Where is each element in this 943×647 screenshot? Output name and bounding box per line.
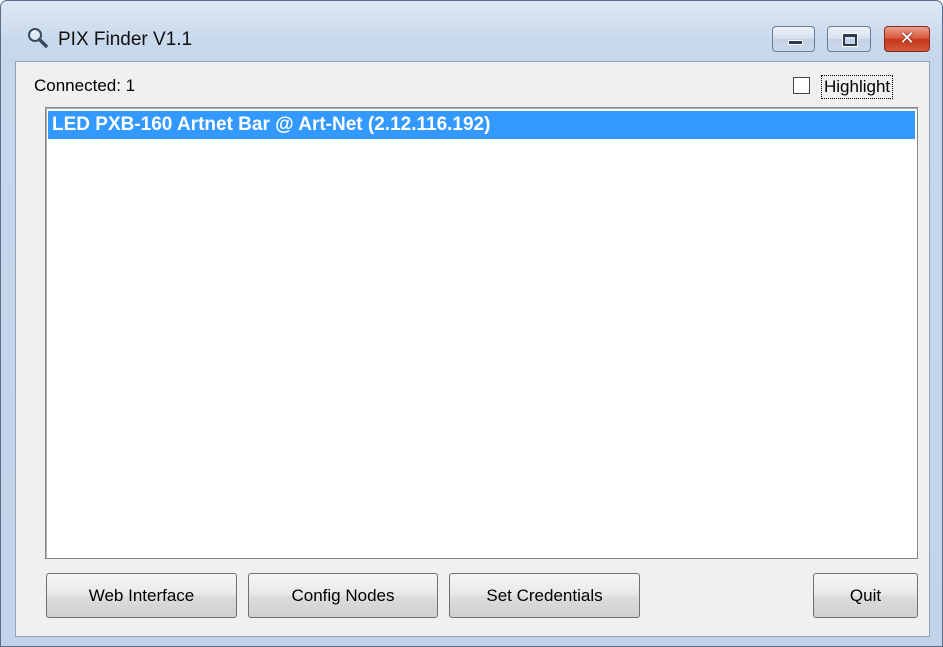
app-window: PIX Finder V1.1 ✕ Connected: 1 Highlight… [0,0,943,647]
close-button[interactable]: ✕ [884,26,930,52]
connected-status: Connected: 1 [34,76,136,95]
close-icon: ✕ [899,28,915,49]
maximize-button[interactable] [827,26,871,52]
maximize-icon [843,34,857,46]
config-nodes-button[interactable]: Config Nodes [248,573,438,618]
window-title: PIX Finder V1.1 [58,29,193,50]
quit-button[interactable]: Quit [813,573,918,618]
list-item[interactable]: LED PXB-160 Artnet Bar @ Art-Net (2.12.1… [48,111,915,139]
device-list[interactable]: LED PXB-160 Artnet Bar @ Art-Net (2.12.1… [45,107,918,559]
set-credentials-button[interactable]: Set Credentials [449,573,640,618]
highlight-label[interactable]: Highlight [821,75,894,99]
minimize-icon [788,40,803,45]
web-interface-button[interactable]: Web Interface [46,573,237,618]
title-bar[interactable]: PIX Finder V1.1 ✕ [1,1,942,61]
minimize-button[interactable] [772,26,815,52]
highlight-checkbox[interactable] [793,77,810,94]
magnifier-icon [27,27,49,49]
